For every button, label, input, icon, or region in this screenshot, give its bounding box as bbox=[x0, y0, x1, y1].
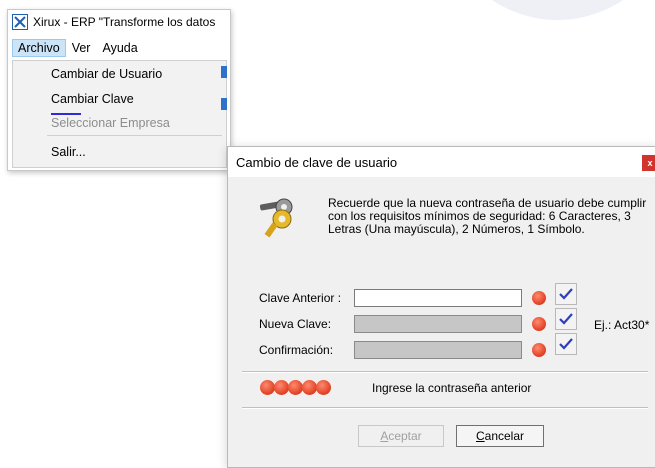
menu-archivo[interactable]: Archivo bbox=[12, 38, 66, 57]
dialog-title: Cambio de clave de usuario bbox=[236, 154, 398, 170]
status-dot-icon bbox=[274, 380, 289, 395]
strength-status-text: Ingrese la contraseña anterior bbox=[372, 381, 532, 395]
window-title: Xirux - ERP "Transforme los datos bbox=[33, 15, 216, 29]
verify-nueva-clave-button[interactable] bbox=[555, 308, 577, 330]
change-password-dialog: Cambio de clave de usuario x Recuerde qu… bbox=[227, 146, 655, 468]
divider-highlight bbox=[242, 372, 648, 373]
nueva-clave-label: Nueva Clave: bbox=[259, 317, 332, 331]
status-dot-icon bbox=[288, 380, 303, 395]
clave-anterior-label: Clave Anterior : bbox=[259, 291, 342, 305]
cursor-underline bbox=[51, 113, 81, 115]
password-requirements-text: Recuerde que la nueva contraseña de usua… bbox=[328, 196, 647, 236]
status-dot-icon bbox=[532, 291, 546, 305]
menu-item-cambiar-usuario[interactable]: Cambiar de Usuario bbox=[51, 67, 162, 81]
background-circle bbox=[440, 0, 655, 20]
menu-item-salir[interactable]: Salir... bbox=[51, 145, 86, 159]
status-dot-icon bbox=[532, 343, 546, 357]
nueva-clave-input[interactable] bbox=[354, 315, 522, 333]
menu-ver[interactable]: Ver bbox=[66, 39, 97, 57]
divider-highlight bbox=[242, 408, 648, 409]
confirmacion-input[interactable] bbox=[354, 341, 522, 359]
menu-separator bbox=[47, 135, 222, 136]
close-button[interactable]: x bbox=[642, 155, 655, 171]
status-dot-icon bbox=[260, 380, 275, 395]
aceptar-button[interactable]: Aceptar bbox=[358, 425, 444, 447]
window-edge-mark bbox=[221, 98, 227, 110]
clave-anterior-input[interactable] bbox=[354, 289, 522, 307]
key-icon bbox=[258, 193, 304, 244]
menu-item-cambiar-clave[interactable]: Cambiar Clave bbox=[51, 92, 134, 106]
window-title-bar: Xirux - ERP "Transforme los datos bbox=[8, 10, 230, 34]
status-dot-icon bbox=[532, 317, 546, 331]
checkmark-icon bbox=[559, 338, 573, 350]
status-dot-icon bbox=[302, 380, 317, 395]
confirmacion-label: Confirmación: bbox=[259, 343, 334, 357]
status-dot-icon bbox=[316, 380, 331, 395]
checkmark-icon bbox=[559, 313, 573, 325]
menu-ayuda[interactable]: Ayuda bbox=[96, 39, 143, 57]
app-logo-icon bbox=[12, 14, 28, 30]
verify-confirmacion-button[interactable] bbox=[555, 333, 577, 355]
password-strength-indicator bbox=[260, 380, 331, 395]
window-edge-mark bbox=[221, 66, 227, 78]
checkmark-icon bbox=[559, 288, 573, 300]
menu-bar: Archivo Ver Ayuda bbox=[8, 37, 230, 58]
menu-item-seleccionar-empresa: Seleccionar Empresa bbox=[51, 116, 170, 130]
password-example: Ej.: Act30* bbox=[594, 318, 650, 332]
cancelar-button[interactable]: Cancelar bbox=[456, 425, 544, 447]
dialog-title-bar[interactable]: Cambio de clave de usuario x bbox=[228, 147, 655, 177]
erp-window: Xirux - ERP "Transforme los datos Archiv… bbox=[7, 9, 231, 171]
verify-clave-anterior-button[interactable] bbox=[555, 283, 577, 305]
archivo-dropdown-menu: Cambiar de Usuario Cambiar Clave Selecci… bbox=[12, 60, 227, 168]
